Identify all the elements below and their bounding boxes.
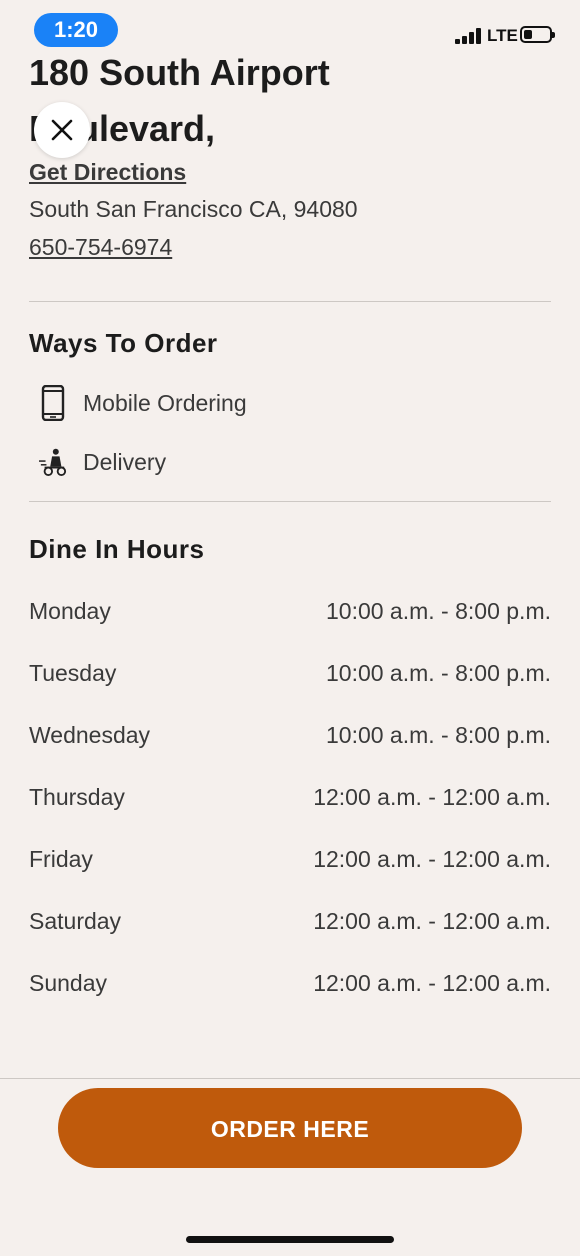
hours-row-saturday: Saturday 12:00 a.m. - 12:00 a.m. — [29, 908, 551, 938]
ways-to-order-title: Ways To Order — [29, 328, 218, 358]
battery-icon — [520, 26, 555, 43]
get-directions-link[interactable]: Get Directions — [29, 159, 186, 186]
hours-row-friday: Friday 12:00 a.m. - 12:00 a.m. — [29, 846, 551, 876]
way-label: Mobile Ordering — [83, 390, 247, 416]
phone-link[interactable]: 650-754-6974 — [29, 234, 172, 261]
network-type: LTE — [487, 26, 518, 45]
status-bar: 1:20 LTE — [0, 0, 580, 60]
way-mobile-ordering: Mobile Ordering — [29, 383, 429, 423]
footer-divider — [0, 1078, 580, 1079]
home-indicator[interactable] — [186, 1236, 394, 1243]
hours-day: Sunday — [29, 970, 108, 996]
status-time: 1:20 — [34, 13, 118, 47]
order-here-button[interactable]: ORDER HERE — [58, 1088, 522, 1168]
hours-time: 10:00 a.m. - 8:00 p.m. — [325, 722, 551, 748]
hours-row-tuesday: Tuesday 10:00 a.m. - 8:00 p.m. — [29, 660, 551, 690]
hours-row-sunday: Sunday 12:00 a.m. - 12:00 a.m. — [29, 970, 551, 1000]
hours-time: 10:00 a.m. - 8:00 p.m. — [325, 598, 551, 624]
hours-time: 12:00 a.m. - 12:00 a.m. — [313, 908, 551, 934]
hours-day: Friday — [29, 846, 93, 872]
cellular-signal-icon — [455, 28, 483, 44]
hours-day: Thursday — [29, 784, 125, 810]
divider — [29, 501, 551, 502]
mobile-phone-icon — [41, 385, 65, 421]
delivery-scooter-icon — [39, 448, 67, 476]
hours-day: Saturday — [29, 908, 122, 934]
hours-time: 12:00 a.m. - 12:00 a.m. — [313, 846, 551, 872]
close-button[interactable] — [34, 102, 90, 158]
hours-day: Wednesday — [29, 722, 151, 748]
hours-time: 12:00 a.m. - 12:00 a.m. — [313, 970, 551, 996]
hours-time: 12:00 a.m. - 12:00 a.m. — [313, 784, 551, 810]
address-line-1: 180 South Airport — [29, 52, 330, 93]
hours-row-wednesday: Wednesday 10:00 a.m. - 8:00 p.m. — [29, 722, 551, 752]
way-delivery: Delivery — [29, 442, 429, 482]
hours-row-monday: Monday 10:00 a.m. - 8:00 p.m. — [29, 598, 551, 628]
city-line: South San Francisco CA, 94080 — [29, 196, 358, 222]
way-label: Delivery — [83, 449, 167, 475]
dine-in-hours-title: Dine In Hours — [29, 534, 205, 564]
hours-row-thursday: Thursday 12:00 a.m. - 12:00 a.m. — [29, 784, 551, 814]
hours-day: Monday — [29, 598, 111, 624]
divider — [29, 301, 551, 302]
close-icon — [51, 119, 73, 141]
hours-day: Tuesday — [29, 660, 117, 686]
hours-time: 10:00 a.m. - 8:00 p.m. — [325, 660, 551, 686]
